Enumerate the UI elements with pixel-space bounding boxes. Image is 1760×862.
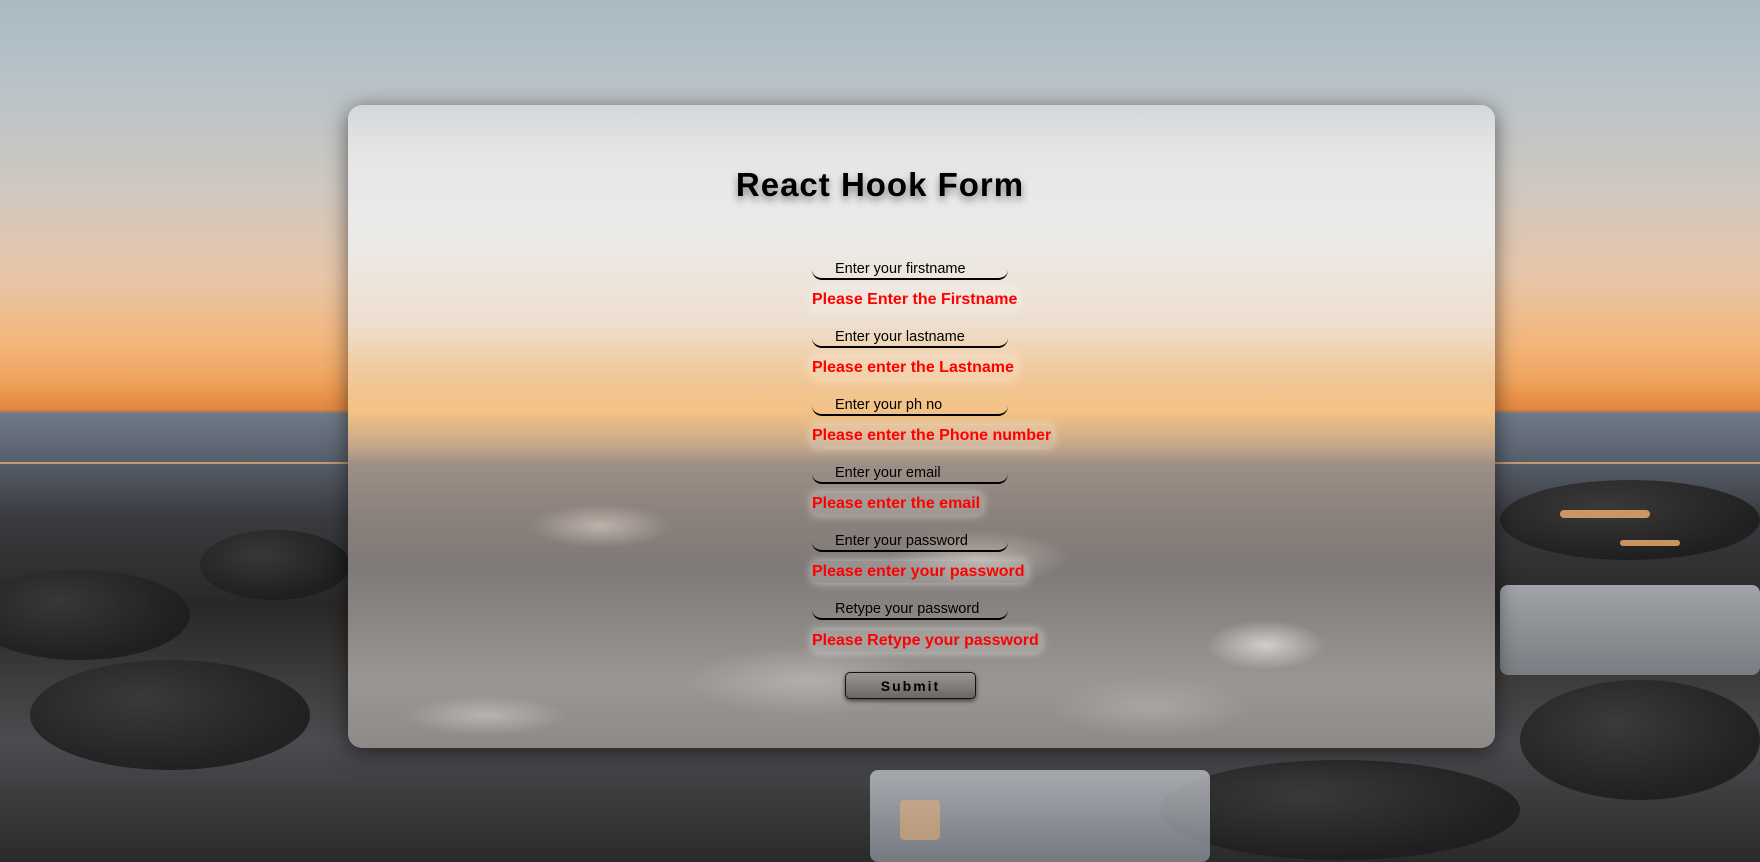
phone-error: Please enter the Phone number (812, 425, 1054, 447)
firstname-placeholder: Enter your firstname (835, 261, 966, 277)
rock-shape (200, 530, 350, 600)
retype-password-input[interactable]: Retype your password (812, 600, 1008, 620)
email-input[interactable]: Enter your email (812, 464, 1008, 484)
tide-pool (1500, 585, 1760, 675)
firstname-error: Please Enter the Firstname (812, 289, 1020, 311)
light-glint (900, 800, 940, 840)
retype-password-placeholder: Retype your password (835, 601, 980, 617)
rock-shape (1500, 480, 1760, 560)
firstname-input[interactable]: Enter your firstname (812, 260, 1008, 280)
password-input[interactable]: Enter your password (812, 532, 1008, 552)
rock-shape (1520, 680, 1760, 800)
light-glint (1620, 540, 1680, 546)
rock-shape (1160, 760, 1520, 860)
light-glint (1560, 510, 1650, 518)
lastname-input[interactable]: Enter your lastname (812, 328, 1008, 348)
password-placeholder: Enter your password (835, 533, 968, 549)
phone-placeholder: Enter your ph no (835, 397, 943, 413)
form-title: React Hook Form (735, 166, 1025, 203)
email-error: Please enter the email (812, 493, 983, 515)
lastname-error: Please enter the Lastname (812, 357, 1016, 379)
rock-shape (0, 570, 190, 660)
password-error: Please enter your password (812, 561, 1027, 583)
email-placeholder: Enter your email (835, 465, 941, 481)
rock-shape (30, 660, 310, 770)
lastname-placeholder: Enter your lastname (835, 329, 965, 345)
retype-password-error: Please Retype your password (812, 630, 1041, 652)
submit-button[interactable]: Submit (845, 672, 976, 699)
phone-input[interactable]: Enter your ph no (812, 396, 1008, 416)
